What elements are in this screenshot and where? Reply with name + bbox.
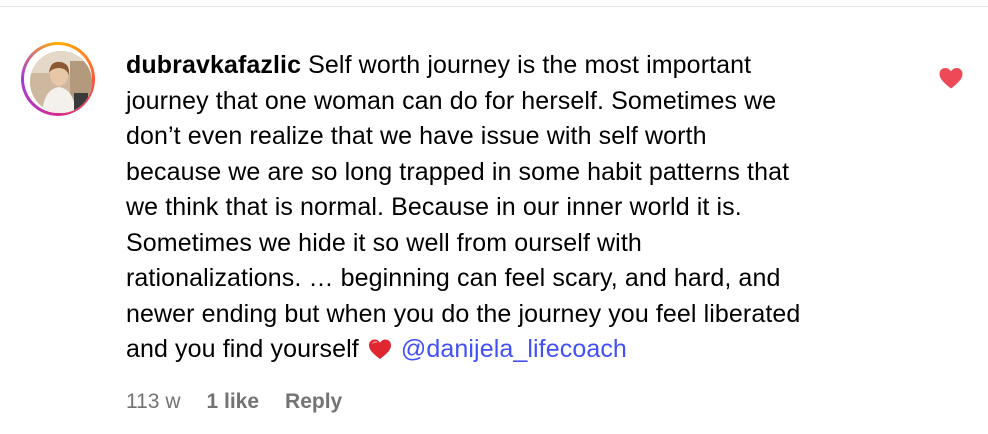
comment-text: Self worth journey is the most important: [308, 51, 752, 79]
comment-line: journey that one woman can do for hersel…: [126, 86, 777, 115]
avatar[interactable]: [30, 51, 92, 113]
comment-text: and you find yourself: [126, 335, 359, 363]
comment-username[interactable]: dubravkafazlic: [126, 51, 301, 79]
comment-body: dubravkafazlic Self worth journey is the…: [126, 48, 926, 368]
comment-line: newer ending but when you do the journey…: [126, 299, 801, 328]
heart-icon[interactable]: [938, 66, 964, 90]
comment-line: don’t even realize that we have issue wi…: [126, 122, 707, 150]
comment-timestamp[interactable]: 113 w: [126, 390, 180, 414]
avatar-photo: [30, 51, 92, 113]
likes-count-button[interactable]: 1 like: [206, 390, 259, 414]
story-ring[interactable]: [21, 42, 95, 116]
comment-line: dubravkafazlic Self worth journey is the…: [126, 48, 926, 84]
comment-line: Sometimes we hide it so well from oursel…: [126, 228, 642, 257]
red-heart-emoji-icon: [368, 339, 391, 359]
comment-item: dubravkafazlic Self worth journey is the…: [0, 0, 988, 434]
comment-line: and you find yourself @danijela_lifecoac…: [126, 332, 926, 368]
comment-line: because we are so long trapped in some h…: [126, 157, 790, 186]
mention-link[interactable]: @danijela_lifecoach: [401, 335, 627, 363]
comment-meta: 113 w 1 like Reply: [126, 390, 342, 414]
reply-button[interactable]: Reply: [285, 390, 342, 414]
comment-line: rationalizations. … beginning can feel s…: [126, 264, 781, 292]
comment-line: we think that is normal. Because in our …: [126, 193, 742, 221]
